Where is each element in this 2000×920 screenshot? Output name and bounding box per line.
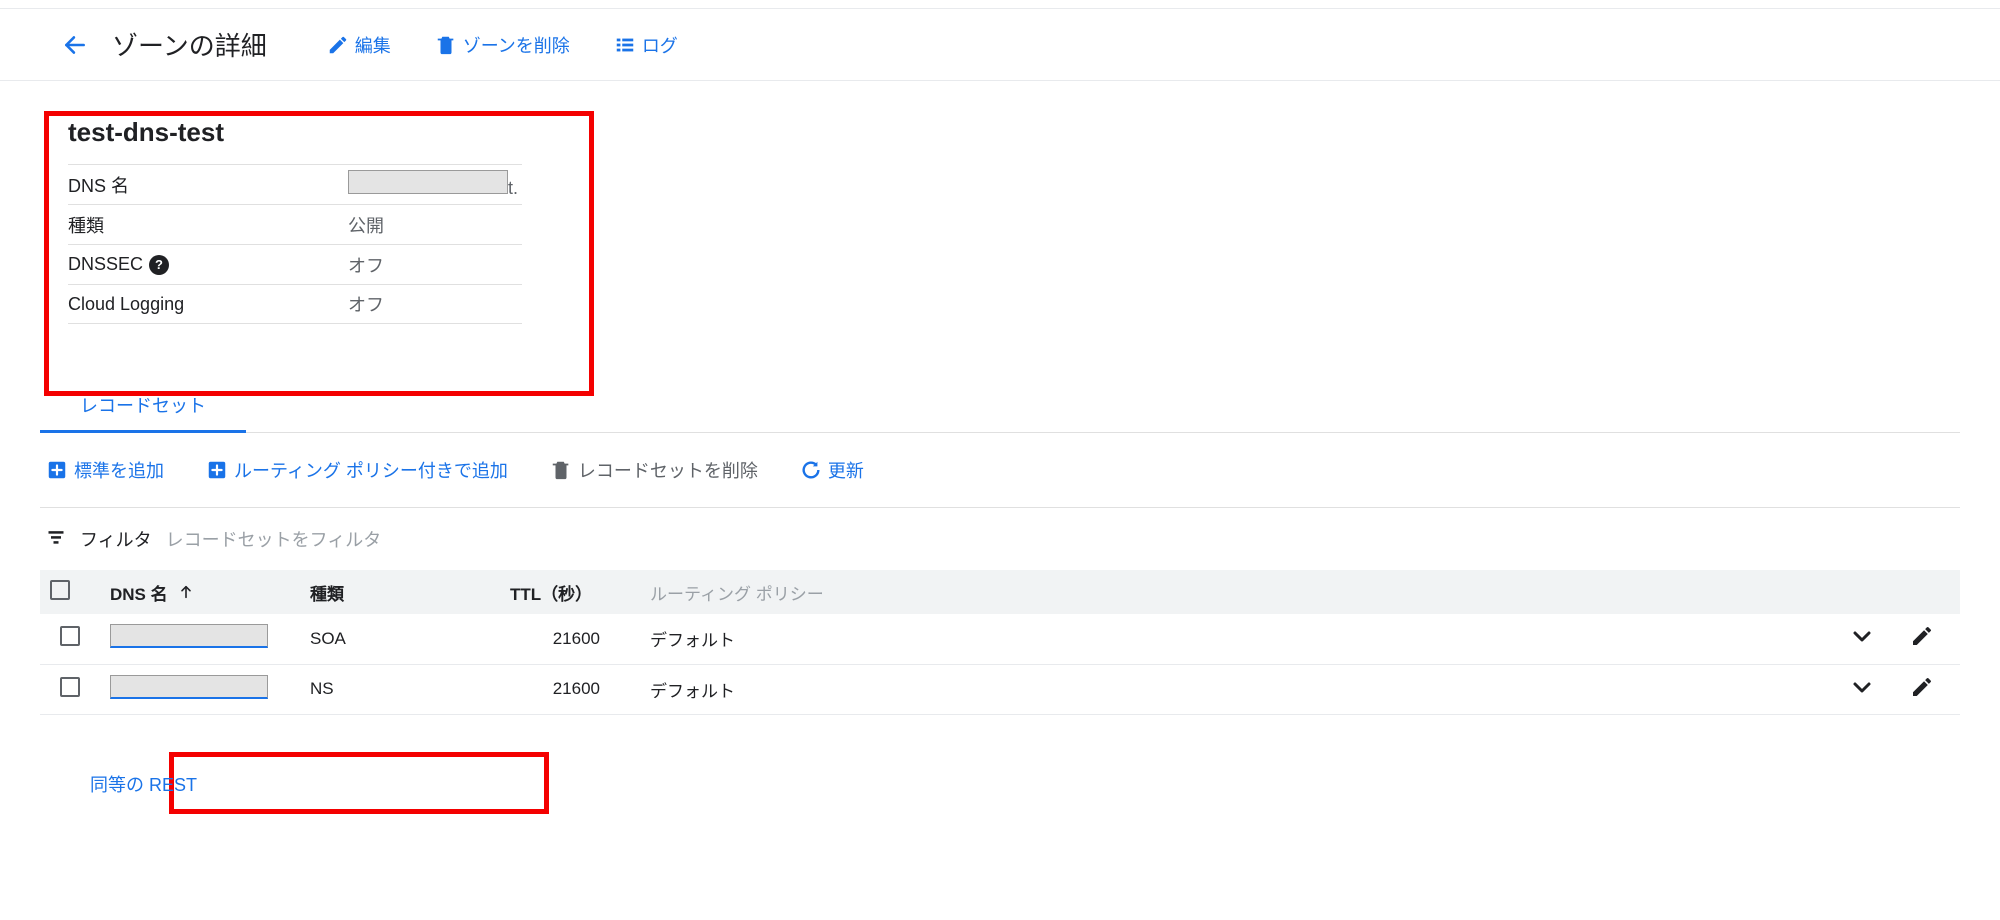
col-ttl[interactable]: TTL（秒） <box>500 570 640 614</box>
row-checkbox[interactable] <box>60 677 80 697</box>
records-table: DNS 名 種類 TTL（秒） ルーティング ポリシー SOA 2 <box>40 570 1960 715</box>
col-dns-name-label: DNS 名 <box>110 585 168 604</box>
col-actions <box>1840 570 1960 614</box>
delete-zone-label: ゾーンを削除 <box>463 32 570 58</box>
cell-type: SOA <box>300 614 500 664</box>
redacted-box <box>348 170 508 194</box>
select-all-checkbox[interactable] <box>50 580 70 600</box>
refresh-icon <box>800 459 822 481</box>
col-dns-name[interactable]: DNS 名 <box>100 570 300 614</box>
meta-value: t. <box>348 170 518 199</box>
filter-input[interactable]: レコードセットをフィルタ <box>166 526 382 552</box>
filter-row: フィルタ レコードセットをフィルタ <box>40 508 1960 570</box>
col-routing-policy[interactable]: ルーティング ポリシー <box>640 570 1840 614</box>
tab-record-sets[interactable]: レコードセット <box>40 380 246 433</box>
meta-label: DNSSEC ? <box>68 254 348 275</box>
sort-arrow-up-icon <box>178 584 194 600</box>
chevron-down-icon[interactable] <box>1850 624 1874 648</box>
page-title: ゾーンの詳細 <box>112 26 267 63</box>
cell-policy: デフォルト <box>640 614 1840 664</box>
row-checkbox[interactable] <box>60 626 80 646</box>
add-standard-label: 標準を追加 <box>74 457 164 483</box>
content-area: test-dns-test DNS 名 t. 種類 公開 DNSSEC ? オフ… <box>0 81 2000 797</box>
meta-value: オフ <box>348 252 384 278</box>
add-with-routing-button[interactable]: ルーティング ポリシー付きで追加 <box>206 457 508 483</box>
edit-button[interactable]: 編集 <box>327 32 391 58</box>
cell-ttl: 21600 <box>500 614 640 664</box>
add-standard-button[interactable]: 標準を追加 <box>46 457 164 483</box>
delete-recordset-button[interactable]: レコードセットを削除 <box>550 457 758 483</box>
rest-equivalent-link[interactable]: 同等の REST <box>40 771 1960 797</box>
list-icon <box>614 34 636 56</box>
cell-ttl: 21600 <box>500 664 640 714</box>
refresh-label: 更新 <box>828 457 864 483</box>
plus-box-icon <box>206 459 228 481</box>
trash-icon <box>550 459 572 481</box>
meta-label: 種類 <box>68 212 348 238</box>
tabs: レコードセット <box>40 380 1960 433</box>
pencil-icon[interactable] <box>1910 675 1934 699</box>
meta-label: DNS 名 <box>68 172 348 198</box>
header-checkbox-cell <box>40 570 100 614</box>
meta-row-type: 種類 公開 <box>68 204 522 244</box>
dnssec-label: DNSSEC <box>68 254 143 275</box>
refresh-button[interactable]: 更新 <box>800 457 864 483</box>
recordset-toolbar: 標準を追加 ルーティング ポリシー付きで追加 レコードセットを削除 更新 <box>40 433 1960 508</box>
edit-label: 編集 <box>355 32 391 58</box>
logs-label: ログ <box>642 32 678 58</box>
plus-box-icon <box>46 459 68 481</box>
zone-name: test-dns-test <box>68 117 522 148</box>
cell-policy: デフォルト <box>640 664 1840 714</box>
delete-recordset-label: レコードセットを削除 <box>578 457 758 483</box>
help-icon[interactable]: ? <box>149 255 169 275</box>
logs-button[interactable]: ログ <box>614 32 678 58</box>
table-row: SOA 21600 デフォルト <box>40 614 1960 664</box>
trash-icon <box>435 34 457 56</box>
header-bar: ゾーンの詳細 編集 ゾーンを削除 ログ <box>0 9 2000 81</box>
chevron-down-icon[interactable] <box>1850 675 1874 699</box>
meta-row-dns-name: DNS 名 t. <box>68 164 522 204</box>
dns-name-redacted[interactable] <box>110 675 268 699</box>
dns-suffix: t. <box>508 178 518 198</box>
meta-value: 公開 <box>348 212 384 238</box>
pencil-icon <box>327 34 349 56</box>
meta-value: オフ <box>348 291 384 317</box>
cell-type: NS <box>300 664 500 714</box>
dns-name-redacted[interactable] <box>110 624 268 648</box>
table-row: NS 21600 デフォルト <box>40 664 1960 714</box>
back-button[interactable] <box>62 32 88 58</box>
filter-icon[interactable] <box>46 527 66 552</box>
table-header-row: DNS 名 種類 TTL（秒） ルーティング ポリシー <box>40 570 1960 614</box>
pencil-icon[interactable] <box>1910 624 1934 648</box>
meta-label: Cloud Logging <box>68 294 348 315</box>
meta-row-cloud-logging: Cloud Logging オフ <box>68 284 522 324</box>
header-actions: 編集 ゾーンを削除 ログ <box>327 32 678 58</box>
arrow-left-icon <box>62 32 88 58</box>
col-type[interactable]: 種類 <box>300 570 500 614</box>
meta-row-dnssec: DNSSEC ? オフ <box>68 244 522 284</box>
zone-detail-card: test-dns-test DNS 名 t. 種類 公開 DNSSEC ? オフ… <box>40 103 550 330</box>
add-with-routing-label: ルーティング ポリシー付きで追加 <box>234 457 508 483</box>
delete-zone-button[interactable]: ゾーンを削除 <box>435 32 570 58</box>
filter-label: フィルタ <box>80 526 152 552</box>
